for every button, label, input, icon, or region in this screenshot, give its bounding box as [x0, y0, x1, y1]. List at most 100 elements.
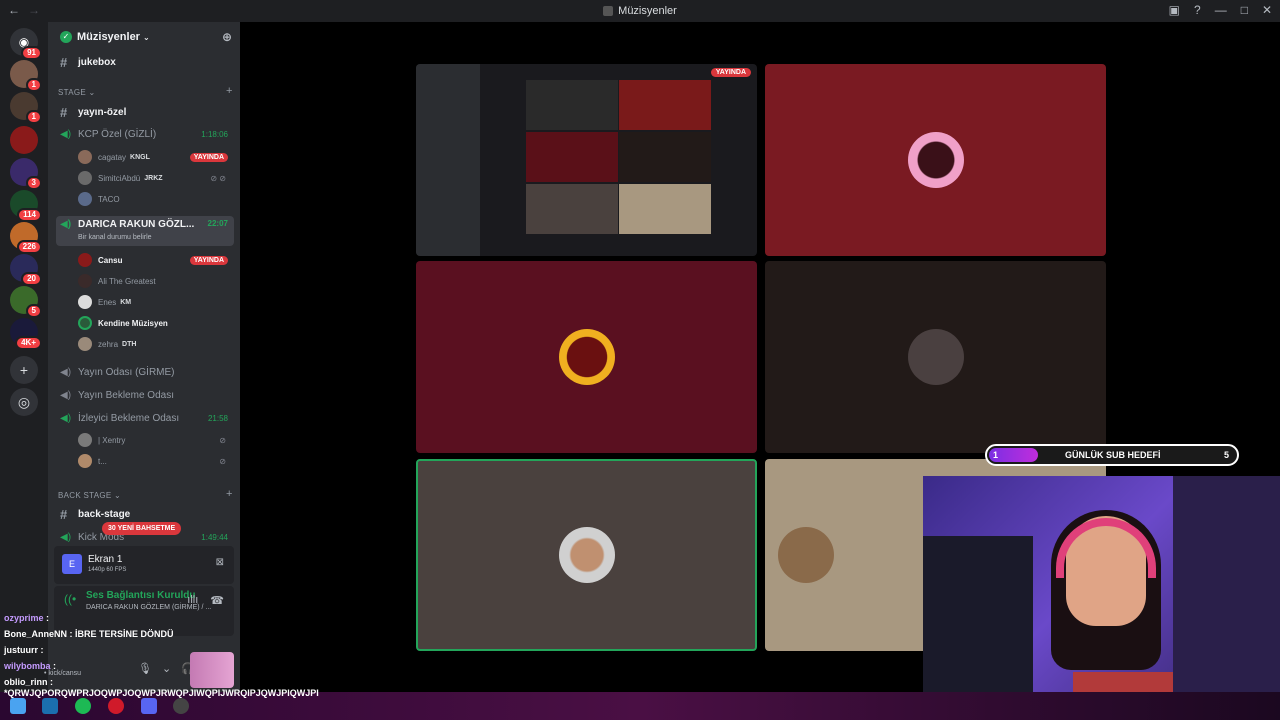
channel-kcp[interactable]: ◀) KCP Özel (GİZLİ) 1:18:06 [56, 124, 234, 144]
opera-icon[interactable] [108, 698, 124, 714]
voice-status[interactable]: Ses Bağlantısı Kuruldu [86, 590, 195, 601]
guild-header[interactable]: ✓ Müzisyenler ⌄ ⊕ [48, 22, 240, 52]
chevron-down-icon[interactable]: ⌄ [162, 662, 171, 675]
window-title-text: Müzisyenler [618, 5, 677, 17]
server-icon[interactable]: 3 [10, 158, 42, 190]
voice-user[interactable]: zehra DTH [78, 335, 234, 353]
channel-yayin-ozel[interactable]: # yayın-özel [56, 102, 234, 122]
channel-jukebox[interactable]: # jukebox [56, 52, 234, 72]
mention-badge: 226 [16, 240, 42, 254]
profile-decoration [190, 652, 234, 688]
category-stage[interactable]: STAGE ⌄ + [58, 85, 232, 97]
add-channel-icon[interactable]: + [226, 85, 233, 97]
channel-label: DARICA RAKUN GÖZL... [78, 219, 195, 230]
discord-taskbar-icon[interactable] [141, 698, 157, 714]
sub-goal-label: GÜNLÜK SUB HEDEFİ [1065, 450, 1161, 460]
text-channel-icon: # [60, 506, 68, 522]
chat-line: justuurr : [4, 642, 44, 658]
voice-user[interactable]: cagatay KNGL YAYINDA [78, 148, 234, 166]
stream-quality: 1440p 60 FPS [88, 567, 127, 573]
channel-status[interactable]: Bir kanal durumu belirle [78, 234, 152, 241]
stop-stream-icon[interactable]: ⊠ [216, 557, 224, 568]
add-server-icon[interactable]: + [10, 356, 38, 384]
speaker-icon: ◀) [60, 412, 72, 424]
minimize-icon[interactable]: — [1215, 3, 1227, 17]
channel-back-stage[interactable]: # back-stage [56, 504, 234, 524]
channel-label: Yayın Bekleme Odası [78, 389, 174, 401]
new-mentions-pill[interactable]: 30 YENİ BAHSETME [102, 522, 182, 535]
user-name: Kendine Müzisyen [98, 318, 168, 328]
server-icon[interactable] [10, 126, 38, 154]
disconnect-icon[interactable]: ☎ [210, 594, 224, 607]
server-icon[interactable]: 1 [10, 60, 42, 92]
user-name: TACO [98, 194, 120, 204]
mention-badge: 3 [25, 176, 42, 190]
voice-user[interactable]: Enes KM [78, 293, 234, 311]
live-badge: YAYINDA [710, 68, 751, 77]
microphone-icon[interactable]: 🎙 [138, 662, 152, 675]
channel-yayin-odasi[interactable]: ◀) Yayın Odası (GİRME) [56, 362, 234, 382]
invite-people-icon[interactable]: ⊕ [222, 30, 232, 44]
mention-badge: 1 [25, 78, 42, 92]
server-folder-icon[interactable]: 4K+ [10, 318, 42, 350]
close-icon[interactable]: ✕ [1262, 3, 1272, 17]
chat-user: justuurr [4, 645, 39, 655]
user-name: t... [98, 456, 107, 466]
shelf [1173, 476, 1280, 720]
noise-suppression-icon[interactable]: ıllı [187, 594, 198, 607]
channel-darica[interactable]: ◀) DARICA RAKUN GÖZL... 22:07 Bir kanal … [56, 216, 234, 246]
avatar [78, 253, 92, 267]
chat-line: wilybomba : [4, 658, 56, 674]
user-tag: JRKZ [144, 174, 163, 182]
avatar-speaking [78, 316, 92, 330]
voice-user[interactable]: Ali The Greatest [78, 272, 234, 290]
category-label: STAGE [58, 88, 87, 97]
server-icon[interactable]: 20 [10, 254, 42, 286]
server-icon[interactable]: 5 [10, 286, 42, 318]
chevron-down-icon: ⌄ [142, 32, 150, 42]
server-icon[interactable]: 114 [10, 190, 42, 222]
voice-user[interactable]: Kendine Müzisyen [78, 314, 234, 332]
channel-izleyici[interactable]: ◀) İzleyici Bekleme Odası 21:58 [56, 408, 234, 428]
voice-timer: 1:18:06 [201, 129, 228, 139]
channel-label: back-stage [78, 508, 131, 520]
avatar [78, 150, 92, 164]
stream-preview-tile [526, 184, 618, 234]
voice-user[interactable]: TACO [78, 190, 234, 208]
obs-icon[interactable] [173, 698, 189, 714]
discover-compass-icon[interactable]: ◎ [10, 388, 38, 416]
avatar [78, 274, 92, 288]
muted-deafened-icon: ⊘ ⊘ [210, 173, 226, 183]
windows-start-icon[interactable] [10, 698, 26, 714]
participant-tile[interactable] [416, 261, 757, 453]
participant-tile-speaking[interactable] [416, 459, 757, 651]
voice-user[interactable]: t... ⊘ [78, 452, 234, 470]
server-icon[interactable]: 226 [10, 222, 42, 254]
channel-yayin-bekleme[interactable]: ◀) Yayın Bekleme Odası [56, 385, 234, 405]
steam-icon[interactable] [42, 698, 58, 714]
server-icon[interactable]: 1 [10, 92, 42, 124]
user-tag: DTH [122, 340, 137, 348]
window-title: Müzisyenler [0, 5, 1280, 17]
inbox-icon[interactable]: ▣ [1169, 3, 1180, 17]
participant-tile[interactable] [765, 64, 1106, 256]
stream-preview-screen [526, 80, 618, 130]
text-channel-icon: # [60, 54, 68, 70]
category-back-stage[interactable]: BACK STAGE ⌄ + [58, 488, 232, 500]
stream-tile[interactable]: YAYINDA [416, 64, 757, 256]
mention-badge: 4K+ [15, 336, 42, 350]
voice-timer: 22:07 [207, 219, 228, 228]
voice-user[interactable]: SimitciAbdü JRKZ ⊘ ⊘ [78, 169, 234, 187]
spotify-icon[interactable] [75, 698, 91, 714]
voice-user[interactable]: Cansu YAYINDA [78, 251, 234, 269]
add-channel-icon[interactable]: + [226, 488, 233, 500]
mention-badge: 20 [21, 272, 42, 286]
deafened-icon: ⊘ [219, 456, 226, 466]
maximize-icon[interactable]: □ [1241, 3, 1248, 17]
chat-user: oblio_rinn [4, 677, 48, 687]
help-icon[interactable]: ? [1194, 3, 1201, 17]
discord-home-icon[interactable]: ◉ 91 [10, 28, 42, 60]
voice-user[interactable]: | Xentry ⊘ [78, 431, 234, 449]
screen-share-panel: E Ekran 1 1440p 60 FPS ⊠ [54, 546, 234, 584]
participant-tile[interactable] [765, 261, 1106, 453]
